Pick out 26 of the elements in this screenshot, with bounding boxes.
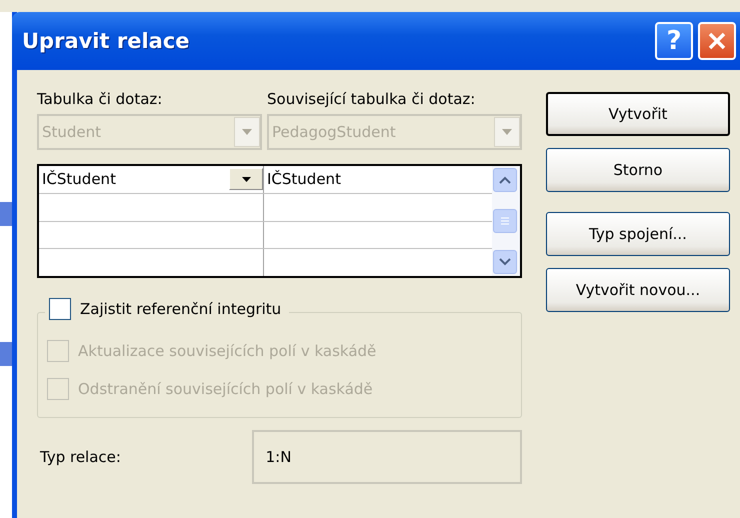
- table-cell[interactable]: IČStudent: [267, 170, 341, 188]
- relation-type-field: 1:N: [252, 430, 522, 484]
- table-cell[interactable]: IČStudent: [42, 170, 116, 188]
- close-button[interactable]: [698, 22, 736, 60]
- chevron-down-icon: [499, 258, 511, 266]
- close-icon: [707, 31, 727, 51]
- field-label: Tabulka či dotaz:: [37, 90, 164, 108]
- checkbox-label: Zajistit referenční integritu: [80, 300, 282, 318]
- dropdown-button[interactable]: [229, 168, 263, 190]
- help-button[interactable]: ?: [655, 22, 693, 60]
- dialog-button[interactable]: Typ spojení...: [546, 212, 730, 256]
- dialog-button[interactable]: Storno: [546, 148, 730, 192]
- dialog-button[interactable]: Vytvořit novou...: [546, 268, 730, 312]
- chevron-up-icon: [499, 176, 511, 184]
- dropdown-arrow-icon: [502, 129, 512, 135]
- grip-icon: [500, 216, 510, 226]
- checkbox[interactable]: [49, 298, 71, 320]
- window-title: Upravit relace: [22, 29, 191, 53]
- dropdown-arrow-icon: [242, 176, 250, 182]
- dialog-button[interactable]: Vytvořit: [546, 92, 730, 136]
- checkbox-label: Aktualizace souvisejících polí v kaskádě: [78, 342, 376, 360]
- dropdown-arrow-icon: [242, 129, 252, 135]
- field-label: Typ relace:: [39, 448, 122, 466]
- checkbox-label: Odstranění souvisejících polí v kaskádě: [78, 380, 373, 398]
- scrollbar[interactable]: [492, 166, 520, 276]
- field-label: Související tabulka či dotaz:: [267, 90, 476, 108]
